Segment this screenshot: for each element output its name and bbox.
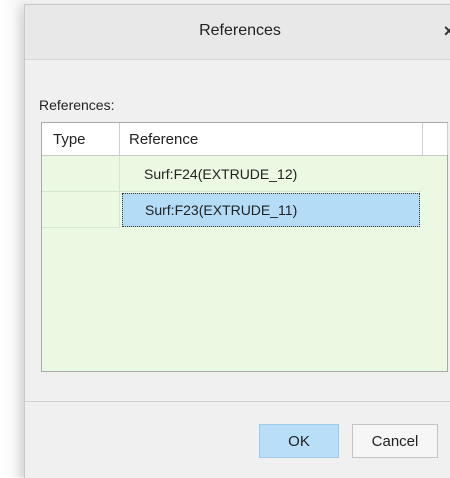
dialog-titlebar: References × bbox=[25, 5, 450, 60]
footer-divider bbox=[25, 401, 450, 402]
references-table: Type Reference Surf:F24(EXTRUDE_12) Surf… bbox=[41, 122, 448, 372]
table-row[interactable]: Surf:F24(EXTRUDE_12) bbox=[42, 156, 447, 192]
table-header: Type Reference bbox=[42, 123, 448, 156]
references-label: References: bbox=[39, 97, 115, 113]
reference-cell: Surf:F23(EXTRUDE_11) bbox=[122, 193, 420, 227]
dialog-title: References bbox=[199, 22, 281, 39]
column-divider bbox=[422, 123, 423, 155]
references-dialog: References × References: Type Reference … bbox=[24, 4, 450, 478]
type-cell bbox=[42, 156, 120, 192]
column-header-type[interactable]: Type bbox=[42, 123, 120, 155]
ok-button[interactable]: OK bbox=[259, 424, 339, 458]
table-row-selected[interactable]: Surf:F23(EXTRUDE_11) bbox=[42, 192, 447, 228]
reference-cell: Surf:F24(EXTRUDE_12) bbox=[120, 156, 421, 192]
type-cell bbox=[42, 192, 120, 228]
column-header-reference[interactable]: Reference bbox=[120, 123, 448, 155]
cancel-button[interactable]: Cancel bbox=[352, 424, 438, 458]
close-icon[interactable]: × bbox=[439, 19, 450, 43]
